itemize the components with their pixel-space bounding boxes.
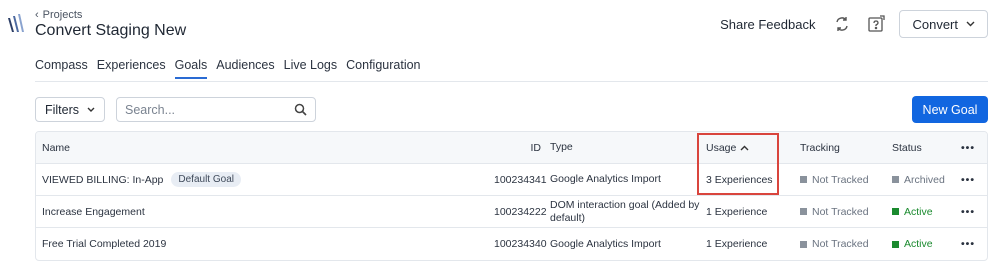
goal-name[interactable]: VIEWED BILLING: In-App (42, 174, 163, 186)
tab-live-logs[interactable]: Live Logs (284, 58, 338, 79)
help-icon[interactable] (865, 13, 887, 35)
search-icon[interactable] (294, 103, 307, 116)
project-tabs: Compass Experiences Goals Audiences Live… (35, 58, 421, 79)
goal-usage[interactable]: 1 Experience (702, 206, 796, 218)
usage-highlight-box (697, 133, 779, 195)
goal-type: Google Analytics Import (550, 173, 661, 185)
goal-usage[interactable]: 1 Experience (702, 238, 796, 250)
goal-type: Google Analytics Import (550, 237, 661, 250)
share-feedback-link[interactable]: Share Feedback (720, 17, 815, 32)
tab-experiences[interactable]: Experiences (97, 58, 166, 79)
goal-status: Active (890, 238, 950, 250)
tracking-status-square-icon (800, 176, 807, 183)
search-input[interactable] (125, 102, 294, 117)
row-more-icon[interactable]: ••• (950, 206, 986, 218)
table-row[interactable]: VIEWED BILLING: In-App Default Goal 1002… (36, 164, 987, 196)
goal-status-label: Active (904, 205, 933, 218)
goal-name[interactable]: Increase Engagement (42, 206, 145, 218)
tab-configuration[interactable]: Configuration (346, 58, 420, 79)
status-square-icon (892, 240, 899, 248)
goal-status-label: Archived (904, 173, 945, 186)
convert-menu-button[interactable]: Convert (899, 10, 988, 38)
table-row[interactable]: Free Trial Completed 2019 100234340 Goog… (36, 228, 987, 260)
new-goal-button[interactable]: New Goal (912, 96, 988, 123)
goal-type: DOM interaction goal (Added by default) (550, 198, 700, 224)
tab-compass[interactable]: Compass (35, 58, 88, 79)
goal-tracking-label: Not Tracked (812, 173, 869, 186)
column-header-tracking[interactable]: Tracking (796, 142, 890, 154)
goal-status-label: Active (904, 238, 933, 250)
tab-goals[interactable]: Goals (174, 58, 208, 79)
columns-menu-icon[interactable]: ••• (950, 142, 986, 154)
goal-id: 100234341 (494, 173, 547, 186)
tabs-divider (35, 81, 988, 82)
convert-menu-label: Convert (912, 16, 958, 32)
column-header-name[interactable]: Name (36, 142, 494, 154)
goal-id: 100234340 (494, 238, 547, 250)
column-header-type[interactable]: Type (541, 141, 702, 154)
goal-name-cell: VIEWED BILLING: In-App Default Goal (36, 172, 494, 187)
breadcrumb[interactable]: ‹ Projects (35, 9, 82, 21)
tracking-status-square-icon (800, 208, 807, 215)
goal-status: Active (890, 206, 950, 218)
goal-id: 100234222 (494, 205, 547, 218)
goals-table: Name ID Type Usage Tracking Status ••• V… (35, 131, 988, 261)
chevron-down-icon (966, 21, 975, 27)
status-square-icon (892, 176, 899, 183)
goal-tracking: Not Tracked (796, 238, 890, 250)
breadcrumb-projects-link[interactable]: Projects (43, 9, 83, 21)
goal-name-cell: Free Trial Completed 2019 (36, 238, 494, 250)
status-square-icon (892, 208, 899, 215)
goal-tracking-label: Not Tracked (812, 205, 869, 218)
convert-logo-icon (8, 14, 24, 32)
default-goal-badge: Default Goal (171, 172, 241, 187)
goal-name-cell: Increase Engagement (36, 206, 494, 218)
goal-tracking-label: Not Tracked (812, 238, 869, 250)
chevron-left-icon: ‹ (35, 9, 39, 21)
search-field (116, 97, 316, 122)
goal-name[interactable]: Free Trial Completed 2019 (42, 238, 166, 250)
column-header-id[interactable]: ID (494, 142, 542, 154)
table-header-row: Name ID Type Usage Tracking Status ••• (36, 132, 987, 164)
goal-tracking: Not Tracked (796, 174, 890, 186)
filters-button[interactable]: Filters (35, 97, 105, 122)
filters-label: Filters (44, 102, 80, 117)
tracking-status-square-icon (800, 240, 807, 248)
table-row[interactable]: Increase Engagement 100234222 DOM intera… (36, 196, 987, 228)
column-header-status[interactable]: Status (890, 142, 950, 154)
row-more-icon[interactable]: ••• (950, 238, 986, 250)
header-actions: Share Feedback Convert (720, 10, 988, 38)
row-more-icon[interactable]: ••• (950, 174, 986, 186)
goal-status: Archived (890, 174, 950, 186)
chevron-down-icon (87, 107, 95, 112)
page-title: Convert Staging New (35, 22, 187, 39)
sync-icon[interactable] (831, 13, 853, 35)
tab-audiences[interactable]: Audiences (216, 58, 274, 79)
goal-tracking: Not Tracked (796, 206, 890, 218)
